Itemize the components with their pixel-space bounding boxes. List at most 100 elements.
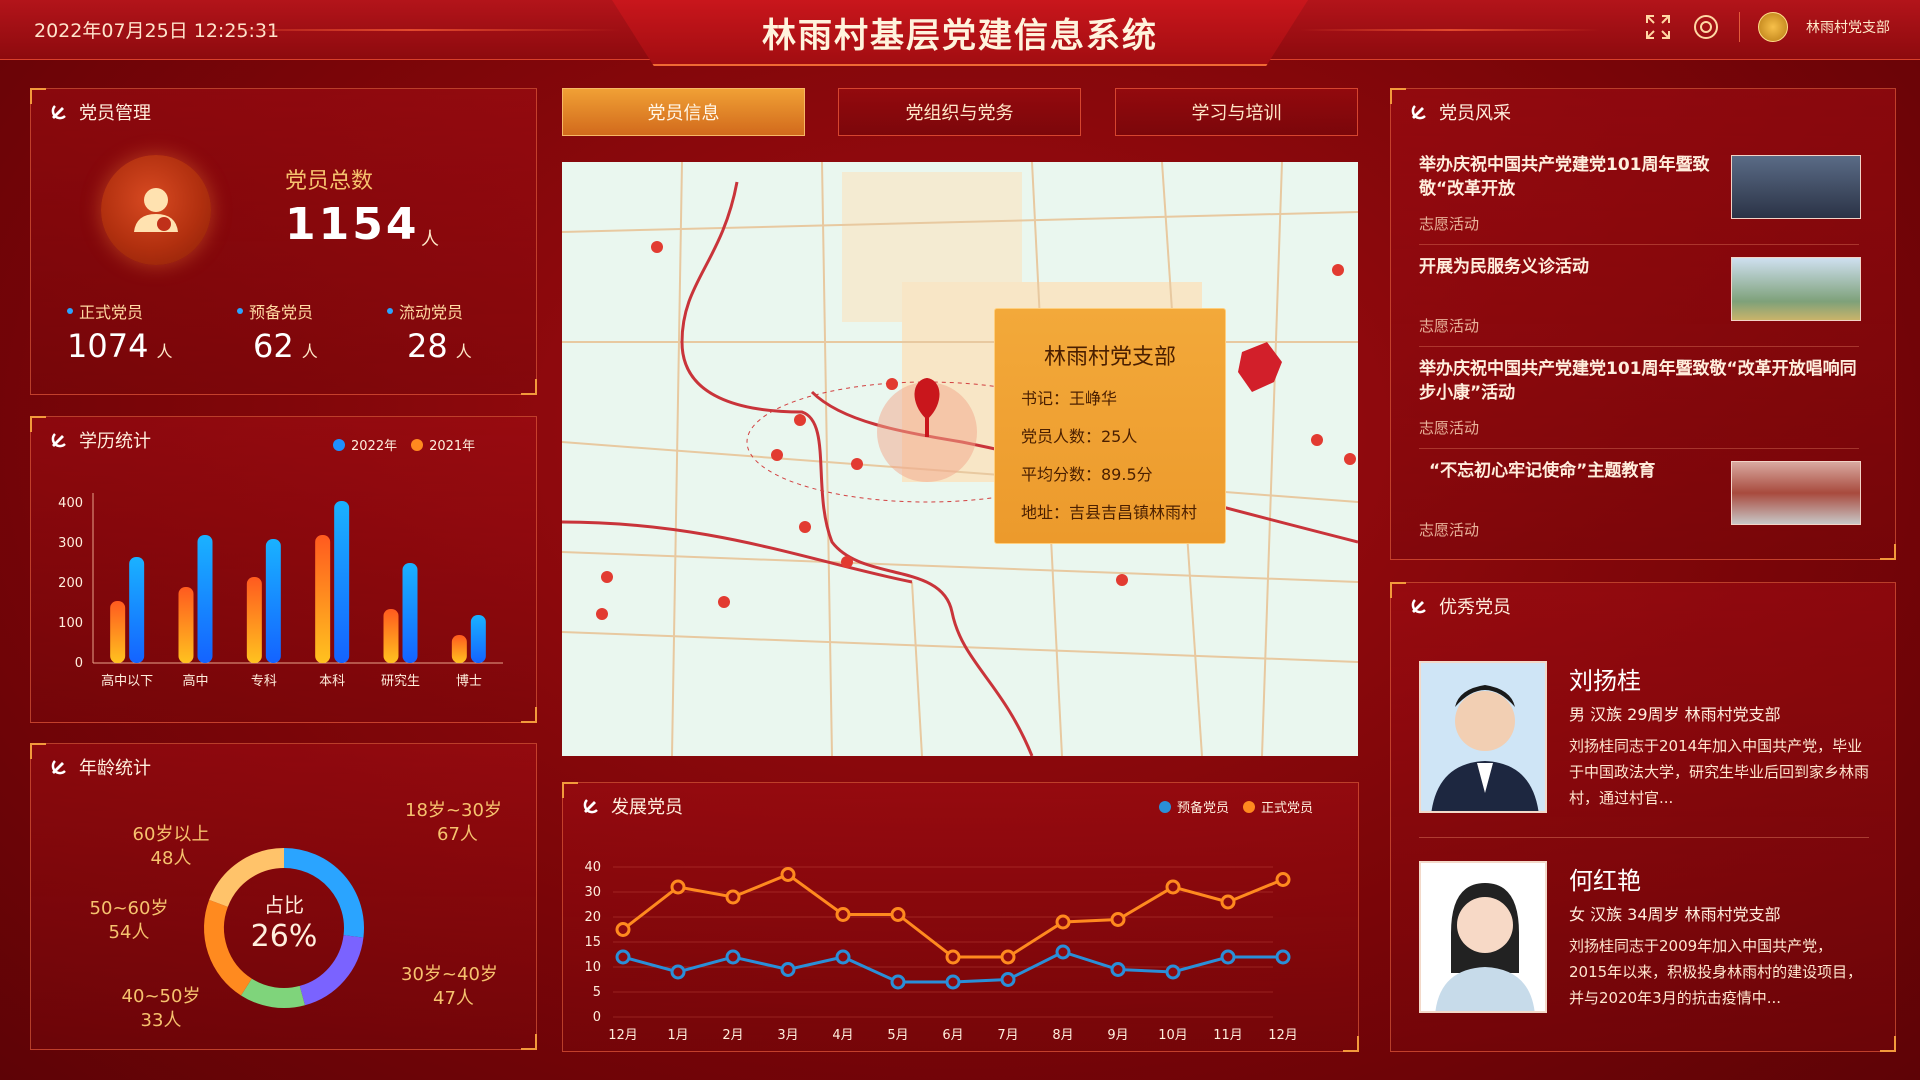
- data-point: [1165, 964, 1181, 980]
- donut-slice: [204, 899, 253, 996]
- branch-name: 林雨村党支部: [1043, 345, 1176, 370]
- party-emblem-icon: [51, 433, 66, 448]
- data-point: [615, 949, 631, 965]
- news-item[interactable]: 举办庆祝中国共产党建党101周年暨致敬“改革开放 志愿活动: [1419, 153, 1861, 245]
- data-point: [780, 867, 796, 882]
- data-point: [725, 949, 741, 965]
- party-emblem-icon: [51, 760, 66, 775]
- y-tick-label: 0: [593, 1010, 601, 1025]
- member-name: 刘扬桂: [1569, 667, 1641, 695]
- member-photo: [1419, 661, 1547, 813]
- divider: [1419, 837, 1869, 838]
- tab-party-org[interactable]: 党组织与党务: [838, 88, 1081, 136]
- branch-address: 地址：吉县吉昌镇林雨村: [1021, 503, 1198, 522]
- y-tick-label: 400: [58, 496, 83, 511]
- party-emblem-icon: [1411, 105, 1426, 120]
- member-desc: 刘扬桂同志于2009年加入中国共产党，2015年以来，积极投身林雨村的建设项目，…: [1569, 937, 1863, 1007]
- map-canvas[interactable]: [562, 162, 1358, 756]
- data-point: [1110, 912, 1126, 927]
- total-members-label: 党员总数: [285, 169, 374, 194]
- x-tick-label: 6月: [942, 1028, 963, 1043]
- news-title: 党员风采: [1409, 99, 1511, 125]
- x-tick-label: 本科: [319, 674, 345, 689]
- bar-2022: [265, 539, 281, 663]
- x-tick-label: 3月: [777, 1028, 798, 1043]
- x-tick-label: 博士: [456, 674, 482, 689]
- news-item[interactable]: “不忘初心牢记使命”主题教育 志愿活动: [1419, 459, 1861, 551]
- news-thumbnail[interactable]: [1731, 257, 1861, 321]
- branch-info-card[interactable]: 林雨村党支部 书记：王峥华 党员人数：25人 平均分数：89.5分 地址：吉县吉…: [994, 308, 1226, 544]
- education-bar-chart: 400 300 200 100 0 高中以下 高中 专科 本科 研究生 博士: [58, 493, 503, 689]
- fullscreen-icon[interactable]: [1643, 12, 1673, 42]
- y-tick-label: 15: [584, 935, 601, 950]
- bar-2021: [383, 609, 399, 663]
- x-tick-label: 高中: [182, 673, 208, 689]
- donut-center-label: 占比: [264, 893, 304, 917]
- member-photo: [1419, 861, 1547, 1013]
- tab-study-training[interactable]: 学习与培训: [1115, 88, 1358, 136]
- slice-label: 40~50岁: [122, 986, 201, 1007]
- age-donut-chart: 占比26% 18岁~30岁 67人 30岁~40岁 47人 40~50岁 33人 50~60岁…: [90, 800, 502, 1031]
- excellent-member-card[interactable]: 何红艳 女 汉族 34周岁 林雨村党支部 刘扬桂同志于2009年加入中国共产党，…: [1419, 861, 1869, 1051]
- bar-2022: [197, 535, 213, 663]
- data-point: [780, 962, 796, 977]
- bar-2022: [402, 563, 418, 663]
- data-point: [890, 974, 906, 990]
- stat-formal: 正式党员 1074 人: [67, 303, 173, 365]
- tab-member-info[interactable]: 党员信息: [562, 88, 805, 136]
- series-line: [622, 872, 1284, 959]
- news-thumbnail[interactable]: [1731, 155, 1861, 219]
- branch-avg-score: 平均分数：89.5分: [1021, 465, 1153, 484]
- x-tick-label: 研究生: [381, 674, 420, 689]
- branch-member-count: 党员人数：25人: [1021, 427, 1138, 446]
- data-point: [725, 889, 741, 905]
- bar-2021: [315, 535, 331, 663]
- map-view[interactable]: 林雨村党支部 书记：王峥华 党员人数：25人 平均分数：89.5分 地址：吉县吉…: [562, 162, 1358, 756]
- app-title: 林雨村基层党建信息系统: [762, 16, 1158, 56]
- excellent-panel: 优秀党员 刘扬桂 男 汉族 29周岁 林雨村党支部 刘扬桂同志于2014年加入中…: [1390, 582, 1896, 1052]
- slice-label: 18岁~30岁: [405, 800, 502, 821]
- stat-floating: 流动党员 28 人: [387, 299, 472, 365]
- user-name[interactable]: 林雨村党支部: [1806, 17, 1890, 37]
- y-tick-label: 100: [58, 616, 83, 631]
- slice-value: 33人: [141, 1010, 182, 1031]
- x-tick-label: 9月: [1107, 1028, 1128, 1043]
- top-header: 2022年07月25日 12:25:31 林雨村基层党建信息系统 林雨村党支部: [0, 0, 1920, 66]
- data-point: [1165, 879, 1181, 895]
- data-point: [670, 964, 686, 980]
- excellent-title: 优秀党员: [1409, 593, 1511, 619]
- data-point: [1055, 944, 1071, 960]
- header-tools: 林雨村党支部: [1643, 12, 1890, 42]
- x-tick-label: 7月: [997, 1028, 1018, 1043]
- members-panel: 党员管理 党员总数 1154 人 正式党员 1074 人 预备党员 62 人 流动党…: [30, 88, 537, 395]
- news-thumbnail[interactable]: [1731, 461, 1861, 525]
- data-point: [1220, 894, 1236, 910]
- x-tick-label: 2月: [722, 1028, 743, 1043]
- news-panel: 党员风采 举办庆祝中国共产党建党101周年暨致敬“改革开放 志愿活动 开展为民服…: [1390, 88, 1896, 560]
- bullet-icon: [387, 308, 393, 314]
- member-desc: 刘扬桂同志于2014年加入中国共产党，毕业于中国政法大学，研究生毕业后回到家乡林…: [1569, 737, 1870, 807]
- data-point: [1055, 914, 1071, 930]
- member-meta: 女 汉族 34周岁 林雨村党支部: [1569, 905, 1781, 924]
- education-legend: 2022年 2021年: [333, 435, 475, 454]
- news-item[interactable]: 开展为民服务义诊活动 志愿活动: [1419, 255, 1861, 347]
- develop-title: 发展党员: [581, 793, 683, 819]
- education-title: 学历统计: [49, 427, 151, 453]
- stat-probationary: 预备党员 62 人: [237, 299, 318, 365]
- donut-center-value: 26%: [251, 919, 318, 954]
- x-tick-label: 10月: [1158, 1028, 1188, 1043]
- x-tick-label: 5月: [887, 1028, 908, 1043]
- user-avatar[interactable]: [1758, 12, 1788, 42]
- news-item[interactable]: 举办庆祝中国共产党建党101周年暨致敬“改革开放唱响同步小康”活动 志愿活动: [1419, 357, 1859, 449]
- gear-icon[interactable]: [1691, 12, 1721, 42]
- x-tick-label: 8月: [1052, 1028, 1073, 1043]
- excellent-member-card[interactable]: 刘扬桂 男 汉族 29周岁 林雨村党支部 刘扬桂同志于2014年加入中国共产党，…: [1419, 661, 1869, 851]
- y-tick-label: 30: [584, 885, 601, 900]
- data-point: [1000, 972, 1016, 987]
- total-members-unit: 人: [421, 229, 439, 250]
- data-point: [835, 949, 851, 965]
- y-tick-label: 5: [593, 985, 601, 1000]
- y-tick-label: 0: [75, 656, 83, 671]
- x-tick-label: 12月: [608, 1028, 638, 1043]
- y-tick-label: 40: [584, 860, 601, 875]
